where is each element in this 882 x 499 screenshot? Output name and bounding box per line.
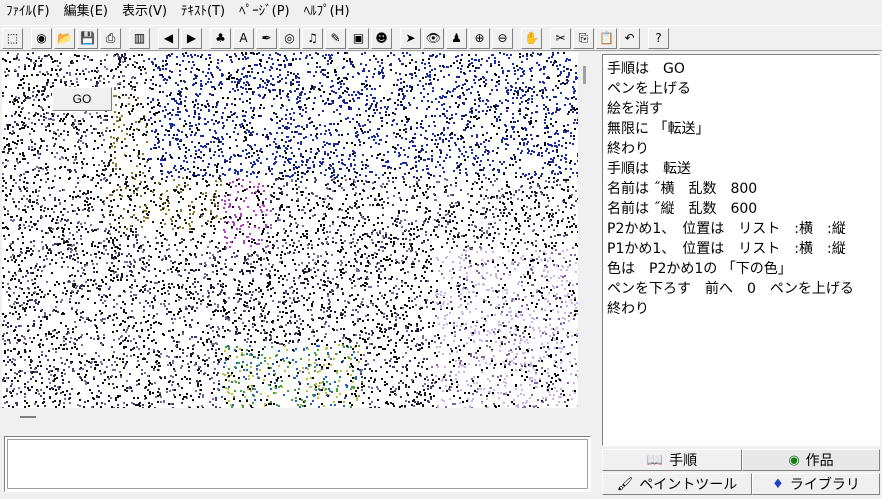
zoom-in-icon[interactable]: ⊕ xyxy=(469,27,490,49)
code-line: 名前は ˝縦 乱数 600 xyxy=(607,201,758,217)
menu-item-0[interactable]: ﾌｧｲﾙ(F) xyxy=(0,0,58,24)
drawing-canvas[interactable]: GO xyxy=(2,52,578,408)
print-icon[interactable]: ⎙ xyxy=(100,27,121,49)
forward-arrow-icon[interactable]: ▶ xyxy=(181,27,202,49)
code-line: 無限に 「転送」 xyxy=(607,121,710,137)
menu-item-5[interactable]: ﾍﾙﾌﾟ(H) xyxy=(298,0,358,24)
code-line: 終わり xyxy=(607,301,649,317)
tab-works[interactable]: ◉ 作品 xyxy=(742,449,880,471)
tab-procedures[interactable]: 📖 手順 xyxy=(602,449,742,471)
pen-tool-icon[interactable]: ✒ xyxy=(256,27,277,49)
code-line: 手順は GO xyxy=(607,61,685,77)
go-button[interactable]: GO xyxy=(52,87,112,111)
code-line: 色は P2かめ1の 「下の色」 xyxy=(607,261,792,277)
pencil-icon[interactable]: ✎ xyxy=(325,27,346,49)
book-icon: 📖 xyxy=(646,452,664,468)
tab-library-label: ライブラリ xyxy=(789,477,860,493)
stop-hand-icon[interactable]: ✋ xyxy=(521,27,542,49)
tab-paint-tool[interactable]: 🖌 ペイントツール xyxy=(602,473,752,495)
code-line: P2かめ1、 位置は リスト :横 :縦 xyxy=(607,221,846,237)
library-icon: ♦ xyxy=(772,476,784,492)
tab-procedures-label: 手順 xyxy=(669,453,698,469)
code-line: 名前は ˝横 乱数 800 xyxy=(607,181,758,197)
head-icon[interactable]: ☻ xyxy=(371,27,392,49)
code-line: 終わり xyxy=(607,141,649,157)
command-input[interactable] xyxy=(7,439,588,489)
turtle-icon[interactable]: ♣ xyxy=(210,27,231,49)
menu-item-1[interactable]: 編集(E) xyxy=(58,0,116,24)
code-line: ペンを下ろす 前へ 0 ペンを上げる xyxy=(607,281,854,297)
layout-icon[interactable]: ▥ xyxy=(129,27,150,49)
globe-icon[interactable]: ◉ xyxy=(31,27,52,49)
back-arrow-icon[interactable]: ◀ xyxy=(158,27,179,49)
new-page-icon[interactable]: ⬚ xyxy=(2,27,23,49)
tab-paint-tool-label: ペイントツール xyxy=(639,477,738,493)
undo-icon[interactable]: ↶ xyxy=(619,27,640,49)
code-line: ペンを上げる xyxy=(607,81,691,97)
menu-item-2[interactable]: 表示(V) xyxy=(116,0,175,24)
eye-icon[interactable]: 👁 xyxy=(423,27,444,49)
code-line: 手順は 転送 xyxy=(607,161,691,177)
menu-bar: ﾌｧｲﾙ(F) 編集(E) 表示(V) ﾃｷｽﾄ(T) ﾍﾟｰｼﾞ(P) ﾍﾙﾌﾟ(H) xyxy=(0,0,882,24)
eye-red-icon[interactable]: ◎ xyxy=(279,27,300,49)
stamp-icon[interactable]: ♟ xyxy=(446,27,467,49)
music-note-icon[interactable]: ♫ xyxy=(302,27,323,49)
cut-icon[interactable]: ✂ xyxy=(550,27,571,49)
command-console[interactable] xyxy=(4,436,591,492)
globe-icon: ◉ xyxy=(788,452,800,468)
canvas-scrollbar-thumb[interactable] xyxy=(583,66,586,84)
brush-icon: 🖌 xyxy=(616,476,634,492)
code-line: 絵を消す xyxy=(607,101,663,117)
pointer-icon[interactable]: ➤ xyxy=(400,27,421,49)
text-icon[interactable]: A xyxy=(233,27,254,49)
splitter-handle[interactable] xyxy=(20,416,36,418)
toolbar: ⬚ ◉ 📂 💾 ⎙ ▥ ◀ ▶ ♣ A ✒ ◎ ♫ ✎ ▣ ☻ ➤ 👁 ♟ ⊕ ⊖ ✋ ✂ ⎘ 📋 ↶? xyxy=(0,25,882,51)
procedure-editor[interactable]: 手順は GO ペンを上げる 絵を消す 無限に 「転送」 終わり 手順は 転送 名前は ˝横 … xyxy=(602,54,880,446)
zoom-out-icon[interactable]: ⊖ xyxy=(492,27,513,49)
save-icon[interactable]: 💾 xyxy=(77,27,98,49)
tab-library[interactable]: ♦ ライブラリ xyxy=(752,473,880,495)
menu-item-4[interactable]: ﾍﾟｰｼﾞ(P) xyxy=(233,0,297,24)
open-folder-icon[interactable]: 📂 xyxy=(54,27,75,49)
code-line: P1かめ1、 位置は リスト :横 :縦 xyxy=(607,241,846,257)
menu-item-3[interactable]: ﾃｷｽﾄ(T) xyxy=(175,0,233,24)
help-icon[interactable]: ? xyxy=(648,27,669,49)
camera-icon[interactable]: ▣ xyxy=(348,27,369,49)
copy-icon[interactable]: ⎘ xyxy=(573,27,594,49)
paste-icon[interactable]: 📋 xyxy=(596,27,617,49)
tab-works-label: 作品 xyxy=(805,453,834,469)
